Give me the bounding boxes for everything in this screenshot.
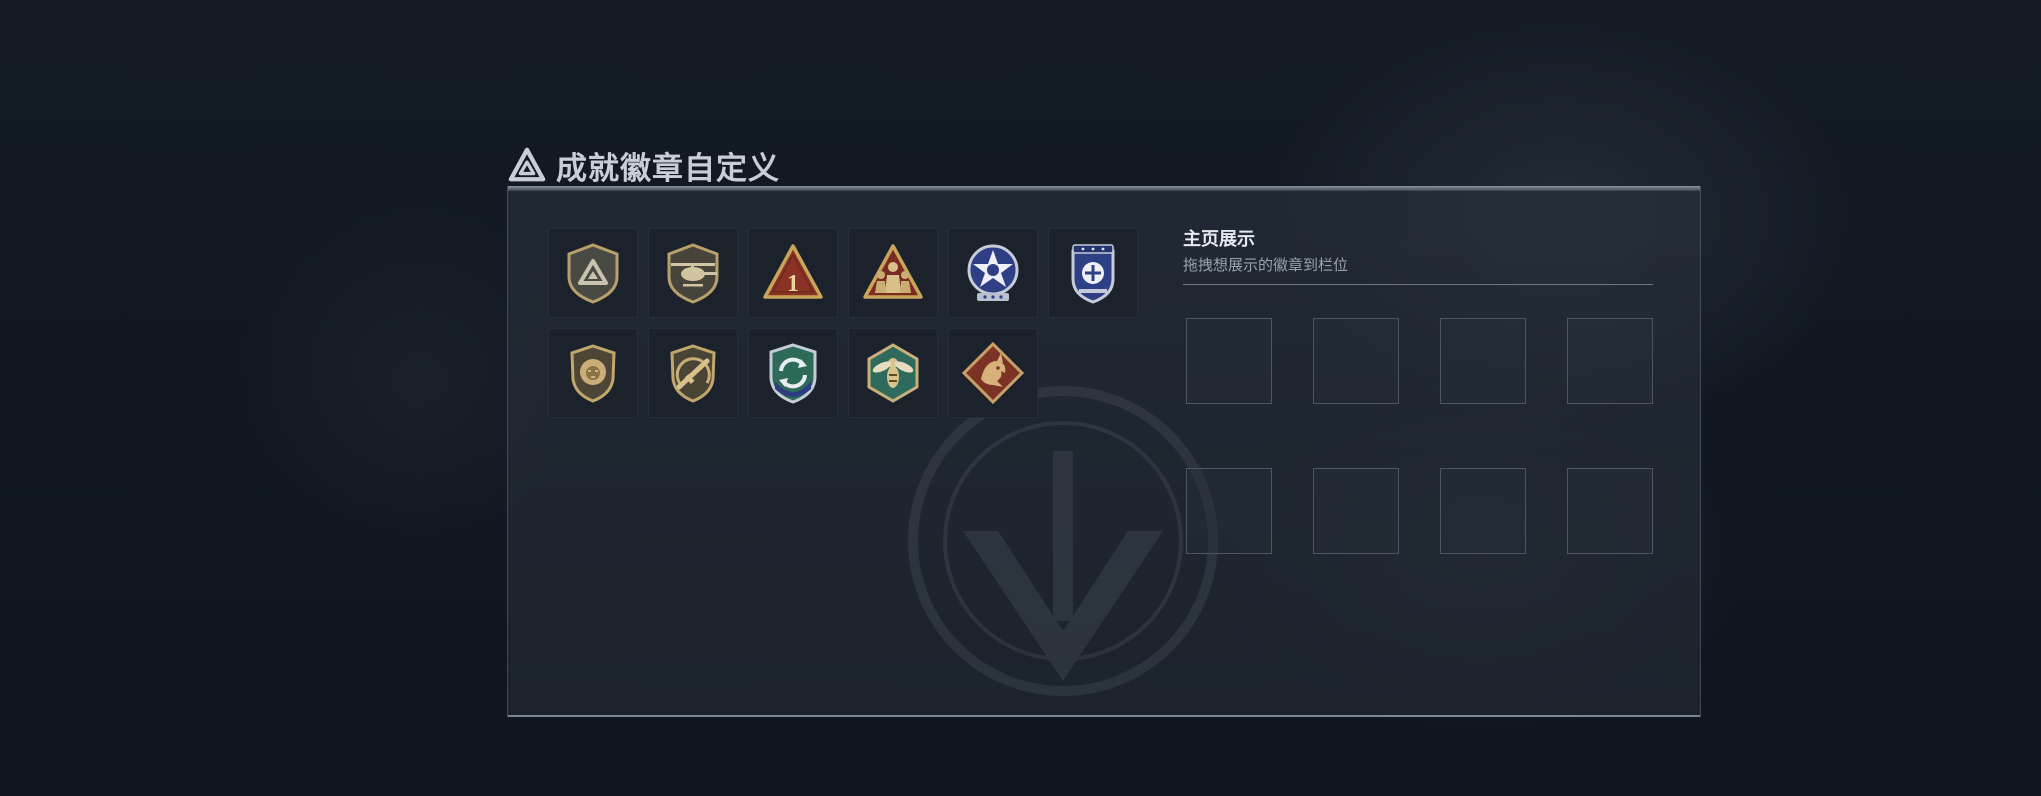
showcase-slot-5[interactable] [1186, 468, 1272, 554]
showcase-slot-2[interactable] [1313, 318, 1399, 404]
badge-slot-5[interactable] [948, 228, 1038, 318]
badge-slot-4[interactable] [848, 228, 938, 318]
showcase-slot-4[interactable] [1567, 318, 1653, 404]
triangle-logo-icon [508, 147, 546, 182]
panel-top-border [508, 186, 1700, 191]
badge-slot-2[interactable] [648, 228, 738, 318]
page-title: 成就徽章自定义 [556, 150, 780, 187]
triangle-shield-icon [567, 243, 619, 304]
showcase-slot-7[interactable] [1440, 468, 1526, 554]
badge-slot-1[interactable] [548, 228, 638, 318]
soldiers-triangle-icon [863, 244, 923, 299]
helicopter-shield-icon [667, 243, 719, 304]
badge-slot-7[interactable] [548, 328, 638, 418]
blue-crest-shield-icon [1071, 244, 1115, 304]
badge-slot-6[interactable] [1048, 228, 1138, 318]
badge-slot-11[interactable] [948, 328, 1038, 418]
lion-shield-icon [570, 344, 616, 403]
showcase-slot-8[interactable] [1567, 468, 1653, 554]
badge-slot-8[interactable] [648, 328, 738, 418]
homepage-showcase-header: 主页展示 拖拽想展示的徽章到栏位 [1183, 228, 1653, 285]
emblem-watermark-icon [908, 386, 1218, 696]
showcase-slot-1[interactable] [1186, 318, 1272, 404]
star-skull-round-icon [967, 244, 1019, 301]
badge-slot-3[interactable]: 1 [748, 228, 838, 318]
showcase-title: 主页展示 [1183, 229, 1255, 250]
badge-customize-panel: 1 主页展示 拖拽想展示的徽章到栏位 [507, 186, 1701, 717]
svg-text:1: 1 [787, 271, 799, 297]
showcase-slot-6[interactable] [1313, 468, 1399, 554]
showcase-divider [1183, 284, 1653, 285]
badge-slot-10[interactable] [848, 328, 938, 418]
hornet-hexagon-icon [867, 343, 919, 403]
showcase-slot-grid [1186, 318, 1653, 554]
number-one-triangle-icon: 1 [763, 244, 823, 299]
title-bar: 成就徽章自定义 [508, 142, 780, 188]
panel-bottom-border [508, 715, 1700, 717]
badge-slot-9[interactable] [748, 328, 838, 418]
badge-inventory-grid: 1 [548, 228, 1138, 418]
dragon-diamond-icon [961, 341, 1025, 405]
arrows-cycle-shield-icon [769, 343, 817, 404]
rifle-shield-icon [670, 344, 716, 403]
showcase-slot-3[interactable] [1440, 318, 1526, 404]
showcase-hint: 拖拽想展示的徽章到栏位 [1183, 256, 1349, 274]
